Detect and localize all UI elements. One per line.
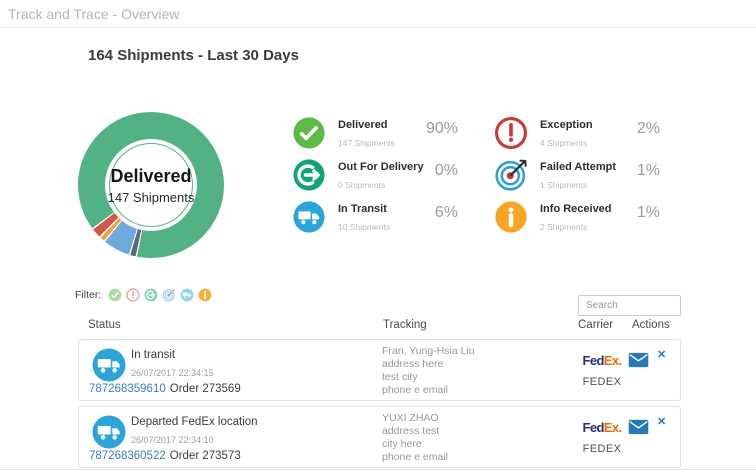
fedex-logo: FedEx. (573, 353, 631, 368)
recipient-address: Fran, Yung-Hsia Liu address here test ci… (382, 345, 475, 397)
stat-label: In Transit (338, 203, 387, 215)
top-bar: Track and Trace - Overview (0, 0, 756, 28)
status-stats-grid: Delivered 147 Shipments 90% Exception 4 … (292, 116, 660, 234)
shipments-donut-chart: Delivered 147 Shipments (78, 112, 224, 258)
stat-sublabel: 4 Shipments (540, 138, 587, 148)
order-number: Order 273569 (170, 383, 241, 395)
filter-target-dart-icon[interactable] (162, 288, 176, 302)
stat-percentage: 0% (435, 162, 458, 180)
info-circle-icon (494, 200, 528, 234)
carrier-cell: FedEx. FEDEX (573, 420, 631, 455)
page-title: 164 Shipments - Last 30 Days (88, 47, 299, 64)
truck-icon (91, 414, 127, 450)
stat-percentage: 2% (637, 120, 660, 138)
x-icon: ✕ (657, 349, 666, 361)
stat-out-for-delivery: Out For Delivery 0 Shipments 0% (292, 158, 458, 192)
stat-sublabel: 147 Shipments (338, 138, 395, 148)
filter-exclamation-circle-icon[interactable] (126, 288, 140, 302)
filter-label: Filter: (75, 289, 101, 301)
stat-label: Out For Delivery (338, 161, 424, 173)
shipment-status: In transit (131, 349, 175, 361)
filter-out-for-delivery-icon[interactable] (144, 288, 158, 302)
stat-delivered: Delivered 147 Shipments 90% (292, 116, 458, 150)
recipient-address-line: address test (382, 425, 448, 438)
table-header-tracking: Tracking (383, 319, 427, 331)
x-icon: ✕ (657, 416, 666, 428)
order-number: Order 273573 (170, 450, 241, 462)
track-and-trace-page: Track and Trace - Overview 164 Shipments… (0, 0, 756, 470)
donut-hole: Delivered 147 Shipments (105, 139, 197, 231)
carrier-cell: FedEx. FEDEX (573, 353, 631, 388)
remove-shipment-button[interactable]: ✕ (657, 348, 666, 361)
stat-sublabel: 2 Shipments (540, 222, 587, 232)
truck-icon (292, 200, 326, 234)
recipient-address: YUXI ZHAO address test city here phone e… (382, 412, 448, 464)
stat-percentage: 6% (435, 204, 458, 222)
stat-sublabel: 0 Shipments (338, 180, 385, 190)
stat-sublabel: 1 Shipments (540, 180, 587, 190)
recipient-city: test city (382, 371, 475, 384)
table-header-carrier: Carrier (578, 319, 613, 331)
tracking-number-link[interactable]: 787268360522 (89, 450, 166, 462)
stat-label: Delivered (338, 119, 388, 131)
shipment-status: Departed FedEx location (131, 416, 258, 428)
search-input[interactable] (578, 295, 681, 316)
check-circle-icon (292, 116, 326, 150)
stat-in-transit: In Transit 10 Shipments 6% (292, 200, 458, 234)
shipment-row: In transit 26/07/2017 22:34:15 787268359… (78, 339, 681, 401)
remove-shipment-button[interactable]: ✕ (657, 415, 666, 428)
fedex-logo: FedEx. (573, 420, 631, 435)
shipment-datetime: 26/07/2017 22:34:10 (131, 435, 214, 445)
table-header-status: Status (88, 319, 121, 331)
out-for-delivery-icon (292, 158, 326, 192)
exclamation-circle-icon (494, 116, 528, 150)
filter-check-circle-icon[interactable] (108, 288, 122, 302)
recipient-address-line: address here (382, 358, 475, 371)
carrier-name: FEDEX (573, 376, 631, 388)
stat-percentage: 1% (637, 162, 660, 180)
stat-label: Failed Attempt (540, 161, 616, 173)
stat-sublabel: 10 Shipments (338, 222, 390, 232)
shipment-datetime: 26/07/2017 22:34:15 (131, 368, 214, 378)
email-button[interactable] (628, 419, 649, 435)
stat-info-received: Info Received 2 Shipments 1% (494, 200, 660, 234)
filter-bar: Filter: (75, 288, 212, 302)
donut-center: Delivered 147 Shipments (108, 166, 195, 205)
recipient-city: city here (382, 438, 448, 451)
envelope-icon (628, 352, 649, 368)
recipient-contact: phone e email (382, 451, 448, 464)
tracking-number-link[interactable]: 787268359610 (89, 383, 166, 395)
carrier-name: FEDEX (573, 443, 631, 455)
stat-exception: Exception 4 Shipments 2% (494, 116, 660, 150)
donut-center-label: Delivered (108, 166, 195, 187)
email-button[interactable] (628, 352, 649, 368)
stat-label: Exception (540, 119, 593, 131)
stat-percentage: 1% (637, 204, 660, 222)
recipient-contact: phone e email (382, 384, 475, 397)
recipient-name: YUXI ZHAO (382, 412, 448, 425)
envelope-icon (628, 419, 649, 435)
recipient-name: Fran, Yung-Hsia Liu (382, 345, 475, 358)
truck-icon (91, 347, 127, 383)
donut-center-sublabel: 147 Shipments (108, 190, 195, 205)
target-dart-icon (494, 158, 528, 192)
filter-truck-icon[interactable] (180, 288, 194, 302)
app-title: Track and Trace - Overview (8, 0, 179, 28)
stat-failed-attempt: Failed Attempt 1 Shipments 1% (494, 158, 660, 192)
table-header-actions: Actions (632, 319, 670, 331)
filter-info-circle-icon[interactable] (198, 288, 212, 302)
shipment-row: Departed FedEx location 26/07/2017 22:34… (78, 406, 681, 468)
stat-percentage: 90% (426, 120, 458, 138)
stat-label: Info Received (540, 203, 612, 215)
